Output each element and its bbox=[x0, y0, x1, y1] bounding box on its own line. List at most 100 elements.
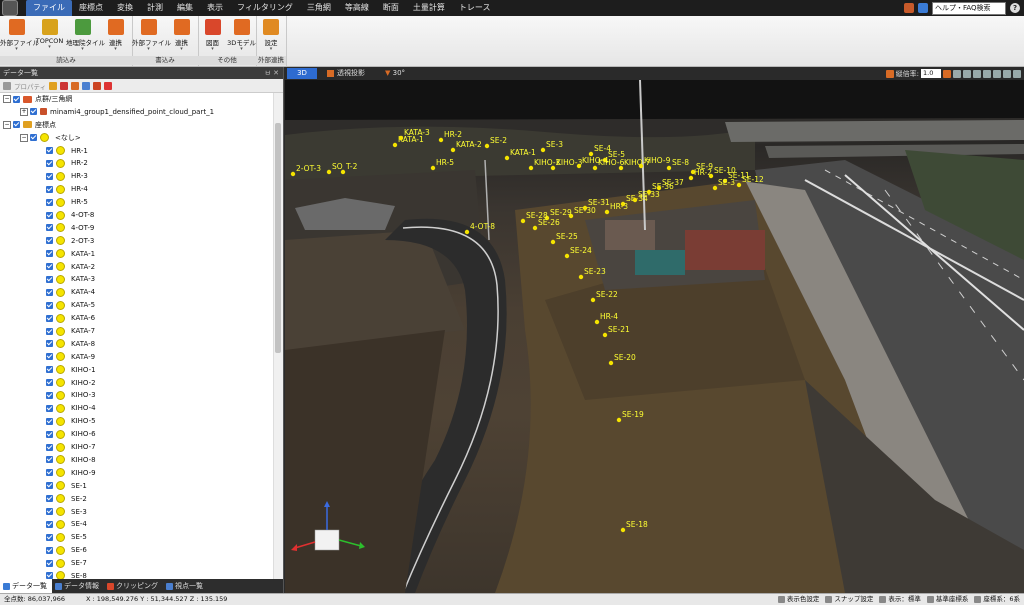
tree-node-none[interactable]: − <なし> bbox=[0, 132, 272, 145]
checkbox[interactable] bbox=[46, 366, 53, 374]
delete-icon[interactable] bbox=[93, 81, 102, 90]
checkbox[interactable] bbox=[46, 314, 53, 322]
menu-tab-11[interactable]: トレース bbox=[452, 0, 498, 16]
menu-tab-10[interactable]: 土量計算 bbox=[406, 0, 452, 16]
checkbox[interactable] bbox=[46, 275, 53, 283]
side-view-icon[interactable] bbox=[973, 69, 981, 78]
ribbon-button-1-0[interactable]: 外部ファイル ▾ bbox=[132, 19, 171, 52]
panel-pin-icon[interactable]: ㅂ ✕ bbox=[264, 67, 279, 79]
tree-point-row[interactable]: KATA-4 bbox=[0, 286, 272, 299]
tree-point-row[interactable]: SE-7 bbox=[0, 557, 272, 570]
menu-tab-6[interactable]: フィルタリング bbox=[230, 0, 300, 16]
menu-tab-4[interactable]: 編集 bbox=[170, 0, 200, 16]
fit-view-icon[interactable] bbox=[993, 69, 1001, 78]
checkbox[interactable] bbox=[30, 134, 37, 142]
scroll-thumb[interactable] bbox=[275, 123, 281, 353]
tree-point-row[interactable]: KIHO-8 bbox=[0, 454, 272, 467]
top-view-icon[interactable] bbox=[953, 69, 961, 78]
panel-tab-0[interactable]: データ一覧 bbox=[0, 579, 52, 593]
tree-node-pointcloud-file[interactable]: + minami4_group1_densified_point_cloud_pa… bbox=[0, 106, 272, 119]
checkbox[interactable] bbox=[30, 108, 37, 116]
survey-point-dot[interactable] bbox=[608, 360, 614, 366]
checkbox[interactable] bbox=[46, 520, 53, 528]
checkbox[interactable] bbox=[46, 533, 53, 541]
panel-tab-3[interactable]: 視点一覧 bbox=[163, 579, 208, 593]
ribbon-button-2-1[interactable]: 3Dモデル ▾ bbox=[227, 19, 256, 52]
checkbox[interactable] bbox=[46, 224, 53, 232]
user-icon[interactable] bbox=[918, 3, 928, 13]
properties-icon[interactable] bbox=[3, 81, 11, 90]
checkbox[interactable] bbox=[46, 198, 53, 206]
menu-tab-9[interactable]: 断面 bbox=[376, 0, 406, 16]
checkbox[interactable] bbox=[46, 391, 53, 399]
survey-point-dot[interactable] bbox=[532, 225, 538, 231]
survey-point-dot[interactable] bbox=[590, 297, 596, 303]
status-item-4[interactable]: 座標系：6系 bbox=[974, 594, 1020, 605]
menu-tab-1[interactable]: 座標点 bbox=[72, 0, 110, 16]
checkbox[interactable] bbox=[13, 95, 20, 103]
survey-point-dot[interactable] bbox=[398, 135, 404, 141]
survey-point-dot[interactable] bbox=[632, 197, 638, 203]
menu-tab-7[interactable]: 三角網 bbox=[300, 0, 338, 16]
export-icon[interactable] bbox=[104, 81, 113, 90]
tree-point-row[interactable]: HR-2 bbox=[0, 157, 272, 170]
survey-point-dot[interactable] bbox=[520, 218, 526, 224]
checkbox[interactable] bbox=[46, 404, 53, 412]
status-item-3[interactable]: 基準座標系 bbox=[926, 594, 968, 605]
menu-tab-0[interactable]: ファイル bbox=[26, 0, 72, 16]
color-icon[interactable] bbox=[71, 81, 80, 90]
checkbox[interactable] bbox=[46, 327, 53, 335]
survey-point-dot[interactable] bbox=[550, 165, 556, 171]
back-view-icon[interactable] bbox=[983, 69, 991, 78]
tree-point-row[interactable]: 2-OT-3 bbox=[0, 235, 272, 248]
tree-point-row[interactable]: KATA-7 bbox=[0, 325, 272, 338]
tree-node-coords[interactable]: − 座標点 bbox=[0, 119, 272, 132]
ribbon-button-0-2[interactable]: 地理院タイル ▾ bbox=[66, 19, 105, 52]
survey-point-dot[interactable] bbox=[290, 171, 296, 177]
survey-point-dot[interactable] bbox=[618, 165, 624, 171]
checkbox[interactable] bbox=[46, 263, 53, 271]
tree-point-row[interactable]: KIHO-6 bbox=[0, 428, 272, 441]
checkbox[interactable] bbox=[46, 469, 53, 477]
tree-point-row[interactable]: SE-2 bbox=[0, 493, 272, 506]
checkbox[interactable] bbox=[46, 340, 53, 348]
survey-point-dot[interactable] bbox=[736, 182, 742, 188]
survey-point-dot[interactable] bbox=[620, 527, 626, 533]
survey-point-dot[interactable] bbox=[578, 274, 584, 280]
tree-point-row[interactable]: KATA-2 bbox=[0, 261, 272, 274]
survey-point-dot[interactable] bbox=[594, 319, 600, 325]
survey-point-dot[interactable] bbox=[504, 155, 510, 161]
survey-point-dot[interactable] bbox=[666, 165, 672, 171]
survey-point-dot[interactable] bbox=[564, 253, 570, 259]
survey-point-dot[interactable] bbox=[540, 147, 546, 153]
checkbox[interactable] bbox=[46, 147, 53, 155]
expand-icon[interactable]: + bbox=[20, 107, 28, 116]
tree-point-row[interactable]: SE-5 bbox=[0, 531, 272, 544]
survey-point-dot[interactable] bbox=[528, 165, 534, 171]
pen-icon[interactable] bbox=[60, 81, 69, 90]
tree-point-row[interactable]: KIHO-4 bbox=[0, 402, 272, 415]
survey-point-dot[interactable] bbox=[464, 229, 470, 235]
panel-tab-2[interactable]: クリッピング bbox=[104, 579, 163, 593]
ruler-icon[interactable] bbox=[885, 69, 894, 78]
checkbox[interactable] bbox=[46, 495, 53, 503]
menu-tab-2[interactable]: 変換 bbox=[110, 0, 140, 16]
checkbox[interactable] bbox=[46, 456, 53, 464]
survey-point-dot[interactable] bbox=[592, 165, 598, 171]
checkbox[interactable] bbox=[46, 185, 53, 193]
tree-point-row[interactable]: KIHO-9 bbox=[0, 467, 272, 480]
tree-point-row[interactable]: SE-8 bbox=[0, 570, 272, 579]
status-item-2[interactable]: 表示：標準 bbox=[879, 594, 921, 605]
checkbox[interactable] bbox=[46, 353, 53, 361]
tree-point-row[interactable]: HR-1 bbox=[0, 145, 272, 158]
screenshot-icon[interactable] bbox=[1003, 69, 1011, 78]
checkbox[interactable] bbox=[46, 250, 53, 258]
survey-point-dot[interactable] bbox=[616, 417, 622, 423]
tree-point-row[interactable]: SE-6 bbox=[0, 544, 272, 557]
front-view-icon[interactable] bbox=[963, 69, 971, 78]
survey-point-dot[interactable] bbox=[438, 137, 444, 143]
ribbon-button-1-1[interactable]: 連携 ▾ bbox=[165, 19, 198, 52]
survey-point-dot[interactable] bbox=[340, 169, 346, 175]
collapse-icon[interactable]: − bbox=[20, 133, 28, 142]
survey-point-dot[interactable] bbox=[712, 185, 718, 191]
